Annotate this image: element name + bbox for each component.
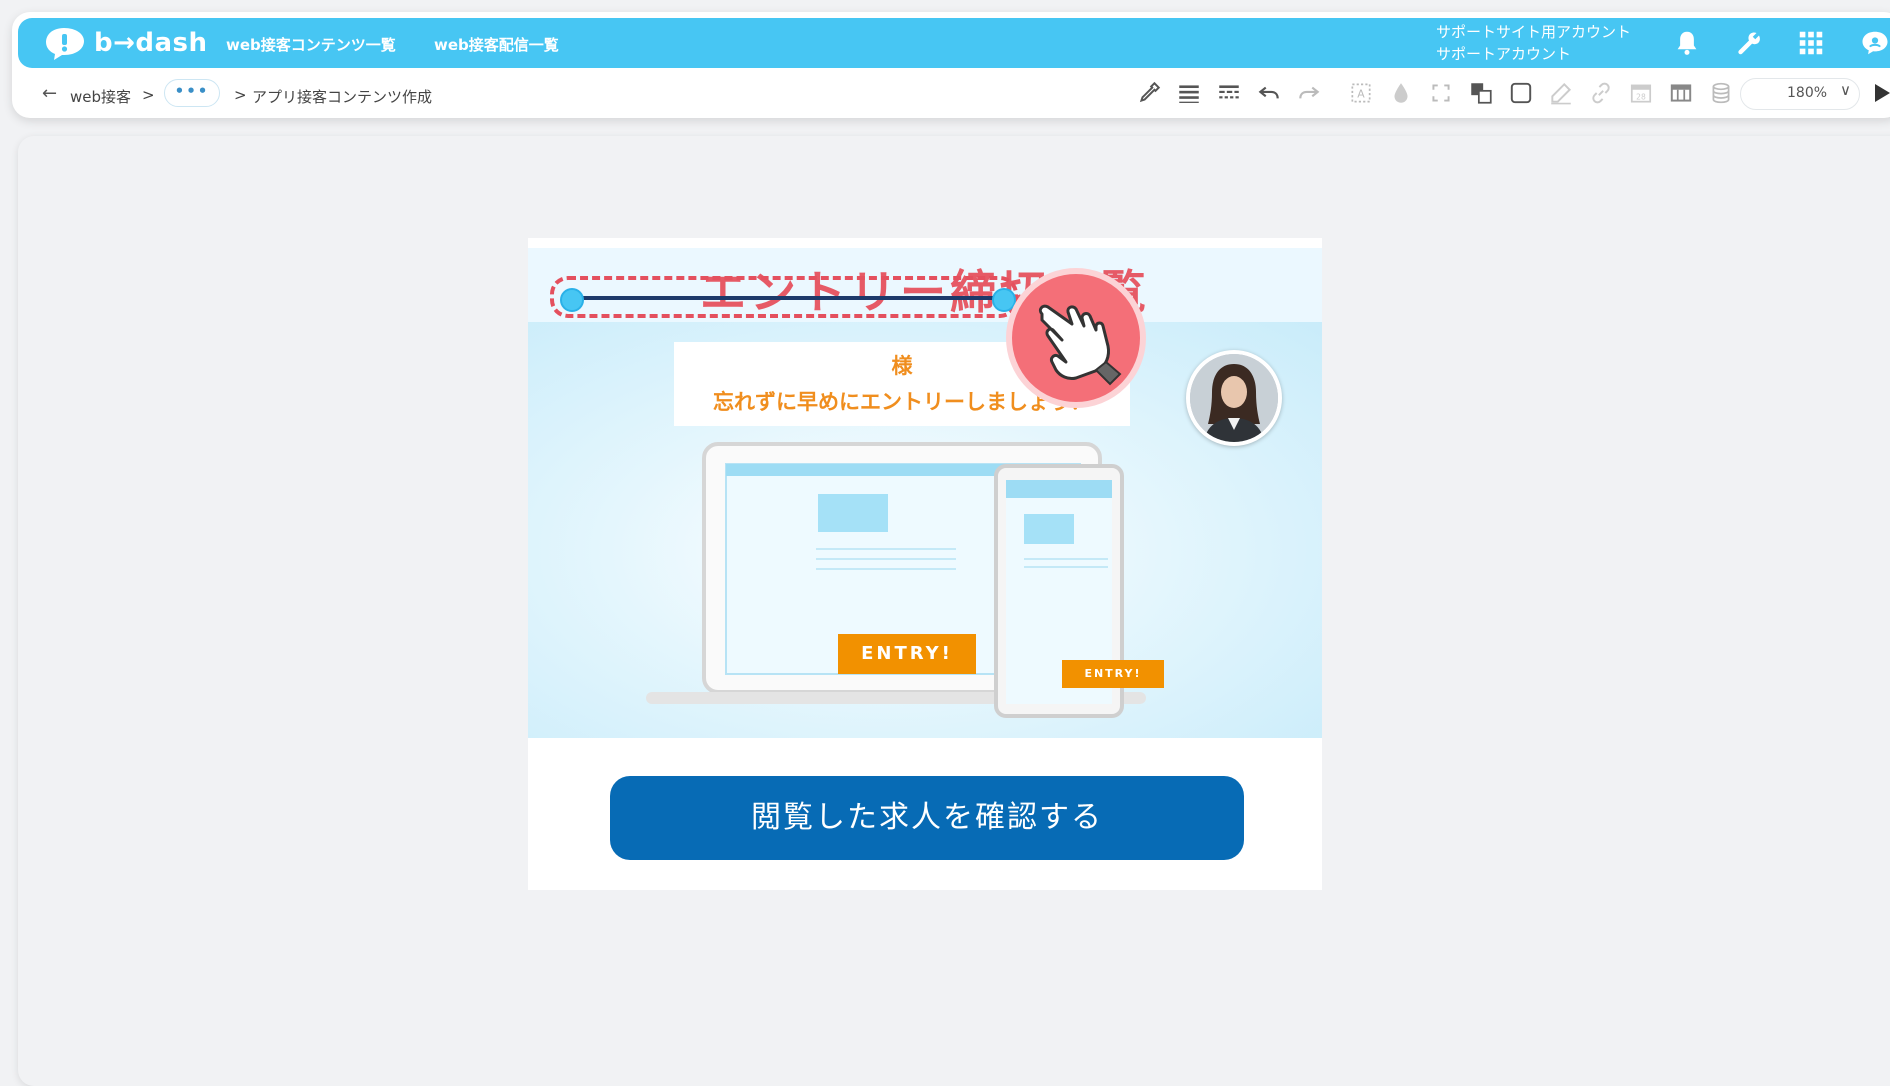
eyedropper-icon[interactable] xyxy=(1136,80,1162,106)
pen-icon[interactable] xyxy=(1548,80,1574,106)
entry-button-laptop: ENTRY! xyxy=(838,634,976,674)
laptop-phone-illustration xyxy=(646,442,1146,718)
apps-grid-icon[interactable] xyxy=(1796,28,1826,58)
breadcrumb-separator: > xyxy=(142,86,155,104)
breadcrumb-separator: > xyxy=(234,86,247,104)
slider-track[interactable] xyxy=(572,296,1008,300)
cta-section: 閲覧した求人を確認する xyxy=(528,738,1322,890)
entry-button-phone: ENTRY! xyxy=(1062,660,1164,688)
user-chat-icon[interactable] xyxy=(1860,28,1890,58)
top-navigation-bar: b→dash web接客コンテンツ一覧 web接客配信一覧 サポートサイト用アカ… xyxy=(18,18,1890,68)
account-name: サポートアカウント xyxy=(1436,45,1572,63)
logo-text: b→dash xyxy=(94,28,208,58)
drag-hand-cursor[interactable] xyxy=(1006,268,1146,408)
redo-icon[interactable] xyxy=(1296,80,1322,106)
account-info[interactable]: サポートサイト用アカウント サポートアカウント xyxy=(1436,21,1631,65)
back-arrow-icon[interactable]: ← xyxy=(42,83,57,104)
undo-icon[interactable] xyxy=(1256,80,1282,106)
align-dashed-rows-icon[interactable] xyxy=(1216,80,1242,106)
database-icon[interactable] xyxy=(1708,80,1734,106)
expand-icon[interactable] xyxy=(1428,80,1454,106)
account-site-label: サポートサイト用アカウント xyxy=(1436,23,1632,41)
square-icon[interactable] xyxy=(1508,80,1534,106)
hero-image: 様 忘れずに早めにエントリーしましょう！ ENTRY! ENTRY! xyxy=(528,322,1322,738)
align-rows-icon[interactable] xyxy=(1176,80,1202,106)
drop-icon[interactable] xyxy=(1388,80,1414,106)
breadcrumb-root[interactable]: web接客 xyxy=(70,86,131,107)
zoom-select[interactable]: 180% ∨ xyxy=(1740,78,1860,110)
link-icon[interactable] xyxy=(1588,80,1614,106)
table-icon[interactable] xyxy=(1668,80,1694,106)
breadcrumb-toolbar-row: ← web接客 > ••• > アプリ接客コンテンツ作成 A 28 180% ∨ xyxy=(12,74,1890,118)
text-frame-icon[interactable]: A xyxy=(1348,80,1374,106)
view-jobs-button[interactable]: 閲覧した求人を確認する xyxy=(610,776,1244,860)
layers-icon[interactable] xyxy=(1468,80,1494,106)
svg-text:28: 28 xyxy=(1636,93,1646,102)
nav-web-content-list[interactable]: web接客コンテンツ一覧 xyxy=(226,34,396,55)
breadcrumb-current-page: アプリ接客コンテンツ作成 xyxy=(252,88,433,106)
nav-web-delivery-list[interactable]: web接客配信一覧 xyxy=(434,34,559,55)
content-preview[interactable]: エントリー締切一覧 様 忘れずに早めにエントリーしましょう！ ENTRY! EN… xyxy=(528,238,1322,890)
bell-icon[interactable] xyxy=(1672,28,1702,58)
wrench-icon[interactable] xyxy=(1734,28,1764,58)
slider-handle-left[interactable] xyxy=(560,288,584,312)
person-photo-icon xyxy=(1190,354,1278,442)
logo-bubble-icon xyxy=(46,28,84,60)
play-icon[interactable] xyxy=(1872,82,1890,104)
brand-logo[interactable]: b→dash xyxy=(44,26,208,60)
zoom-value: 180% xyxy=(1787,85,1828,101)
avatar xyxy=(1186,350,1282,446)
hand-pointer-icon xyxy=(1038,304,1122,386)
title-banner[interactable]: エントリー締切一覧 xyxy=(528,248,1322,322)
breadcrumb-ellipsis-button[interactable]: ••• xyxy=(164,79,220,107)
chevron-down-icon: ∨ xyxy=(1840,81,1851,99)
calendar-icon[interactable]: 28 xyxy=(1628,80,1654,106)
svg-text:A: A xyxy=(1357,87,1365,100)
header: b→dash web接客コンテンツ一覧 web接客配信一覧 サポートサイト用アカ… xyxy=(12,12,1890,118)
